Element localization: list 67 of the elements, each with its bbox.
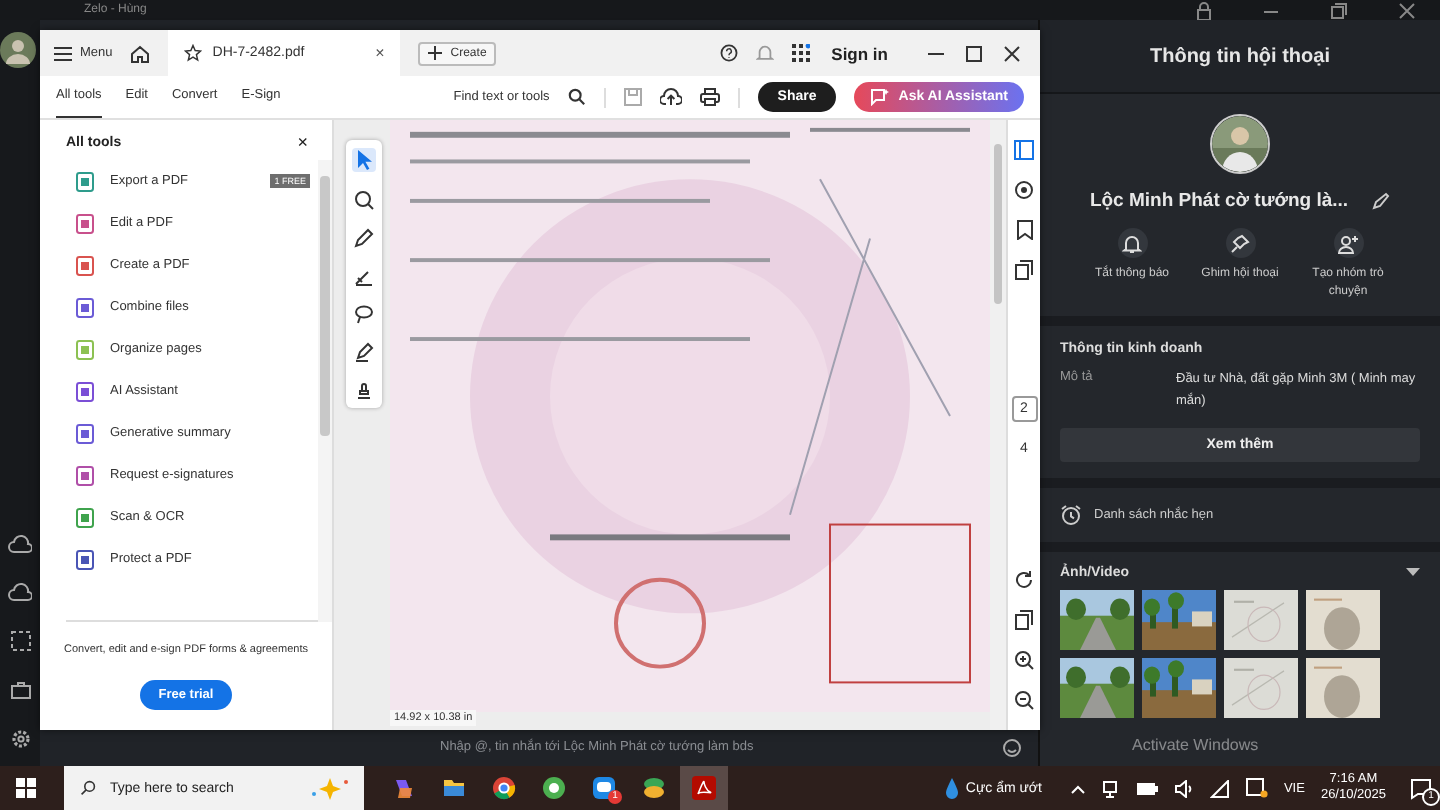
cursor-icon[interactable]	[352, 148, 376, 172]
help-icon[interactable]	[719, 44, 738, 62]
display-icon[interactable]	[1245, 778, 1268, 798]
pdf-app-icon[interactable]	[692, 776, 716, 800]
pencil-icon[interactable]	[1372, 192, 1391, 210]
screenshot-icon[interactable]	[9, 630, 31, 652]
sign-in-button[interactable]: Sign in	[827, 43, 908, 63]
camera-icon[interactable]	[1101, 779, 1120, 797]
app-icon[interactable]	[642, 776, 666, 800]
chat-sparkle-icon	[870, 88, 891, 106]
chrome-icon[interactable]	[492, 776, 516, 800]
panel-icon[interactable]	[1014, 140, 1034, 160]
cloud-icon[interactable]	[8, 582, 32, 602]
close-icon[interactable]	[1398, 1, 1416, 19]
refresh-icon[interactable]	[1014, 570, 1034, 590]
tab-close-button[interactable]: ×	[375, 44, 385, 62]
battery-icon[interactable]	[1135, 781, 1158, 795]
emoji-icon[interactable]	[1002, 738, 1022, 758]
zoom-out-icon[interactable]	[1014, 690, 1034, 710]
lasso-icon[interactable]	[354, 304, 374, 324]
scrollbar[interactable]	[318, 160, 332, 623]
bookmark-icon[interactable]	[1015, 220, 1033, 240]
raindrop-icon[interactable]	[943, 777, 960, 799]
copilot-icon[interactable]	[392, 776, 416, 800]
briefcase-icon[interactable]	[9, 680, 31, 700]
folder-icon[interactable]	[442, 776, 466, 800]
activation-notice: Activate Windows	[1132, 736, 1259, 754]
signal-icon[interactable]	[1209, 779, 1230, 797]
notification-icon[interactable]	[1410, 777, 1432, 799]
app-icon[interactable]	[542, 776, 566, 800]
highlighter-icon[interactable]	[354, 342, 374, 362]
bell-icon	[1122, 233, 1142, 253]
sparkle-icon	[306, 776, 354, 800]
apps-icon[interactable]	[791, 44, 810, 62]
alarm-clock-icon	[1060, 504, 1082, 527]
plus-icon	[428, 46, 443, 60]
search-icon	[80, 780, 96, 796]
pin-icon	[1230, 233, 1250, 253]
windows-start-icon[interactable]	[16, 778, 36, 798]
lock-icon[interactable]	[1196, 1, 1212, 19]
avatar[interactable]	[0, 32, 36, 68]
avatar[interactable]	[1210, 114, 1270, 174]
panel-title: Thông tin hội thoại	[1150, 45, 1330, 67]
speaker-icon[interactable]	[1173, 779, 1194, 797]
close-button[interactable]: ×	[297, 132, 308, 152]
upload-icon[interactable]	[659, 88, 682, 106]
search-icon[interactable]	[567, 88, 586, 106]
maximize-icon[interactable]	[964, 43, 984, 63]
stamp-icon[interactable]	[354, 380, 374, 400]
restore-icon[interactable]	[1330, 1, 1348, 19]
pages-icon[interactable]	[1014, 260, 1034, 280]
print-icon[interactable]	[699, 88, 720, 106]
pages-icon[interactable]	[1014, 610, 1034, 630]
add-group-icon	[1337, 233, 1359, 253]
zoom-comment-icon[interactable]	[354, 190, 374, 210]
star-icon[interactable]	[184, 44, 203, 62]
chevron-up-icon[interactable]	[1069, 783, 1086, 793]
cloud-icon[interactable]	[8, 534, 32, 554]
menu-icon	[54, 45, 72, 61]
chat-app-icon[interactable]	[592, 776, 616, 800]
contact-name: Lộc Minh Phát cờ tướng là...	[1089, 190, 1349, 212]
caret-icon[interactable]	[1406, 568, 1420, 579]
settings-icon[interactable]	[9, 728, 31, 750]
home-icon[interactable]	[130, 43, 151, 63]
zoom-in-icon[interactable]	[1014, 650, 1034, 670]
pen-icon[interactable]	[354, 228, 374, 248]
close-icon[interactable]	[1002, 43, 1022, 63]
